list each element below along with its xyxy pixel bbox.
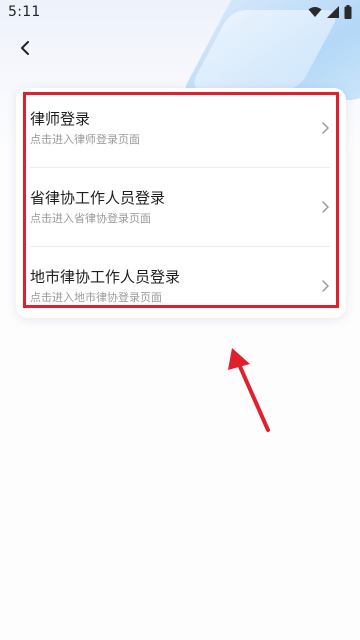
- signal-icon: [327, 6, 339, 18]
- status-bar: 5:11: [0, 0, 360, 24]
- battery-icon: [344, 5, 352, 19]
- chevron-left-icon: [21, 41, 29, 55]
- highlight-box: [23, 92, 339, 308]
- status-icons: [308, 5, 352, 19]
- wifi-icon: [308, 7, 322, 17]
- arrow-annotation-icon: [228, 348, 270, 432]
- status-time: 5:11: [8, 4, 41, 20]
- back-button[interactable]: [12, 36, 38, 60]
